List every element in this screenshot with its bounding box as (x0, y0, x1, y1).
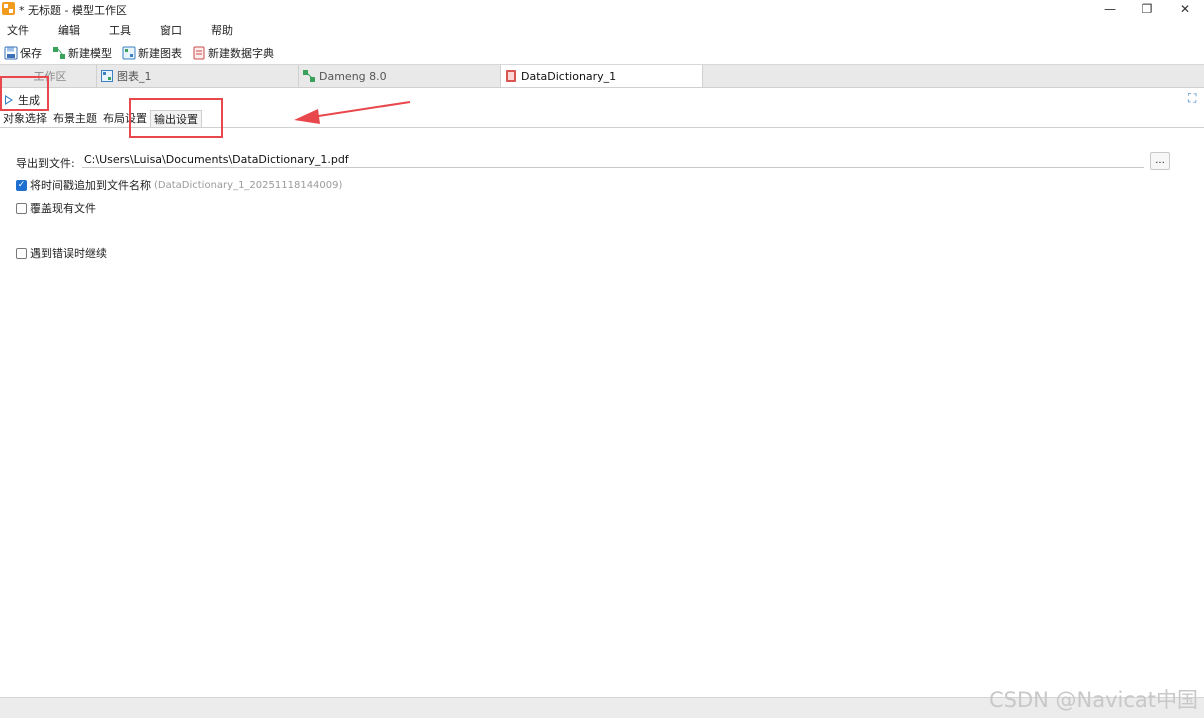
new-diagram-button[interactable]: 新建图表 (122, 45, 182, 61)
menu-file[interactable]: 文件 (0, 21, 36, 41)
close-button[interactable]: ✕ (1166, 0, 1204, 18)
watermark: CSDN @Navicat中国 (988, 688, 1198, 712)
save-button[interactable]: 保存 (4, 45, 42, 61)
export-path-input[interactable] (82, 152, 1144, 168)
overwrite-checkbox[interactable] (16, 202, 27, 214)
export-label: 导出到文件: (16, 157, 75, 170)
minimize-button[interactable]: — (1091, 0, 1129, 18)
menu-edit[interactable]: 编辑 (51, 21, 87, 41)
menu-tools[interactable]: 工具 (102, 21, 138, 41)
tab-diagram-1-label: 图表_1 (117, 70, 152, 83)
continue-option[interactable]: 遇到错误时继续 (16, 245, 107, 261)
timestamp-checkbox[interactable] (16, 179, 27, 191)
annotation-box-generate (0, 76, 49, 111)
new-datadict-button[interactable]: 新建数据字典 (192, 45, 274, 61)
overwrite-label: 覆盖现有文件 (30, 202, 96, 215)
save-label: 保存 (20, 47, 42, 60)
new-diagram-label: 新建图表 (138, 47, 182, 60)
browse-button[interactable]: ... (1150, 152, 1170, 170)
continue-checkbox[interactable] (16, 247, 27, 259)
overwrite-option[interactable]: 覆盖现有文件 (16, 200, 96, 216)
model-icon (303, 70, 315, 82)
navicat-app-icon (2, 2, 15, 15)
tab-datadictionary[interactable]: DataDictionary_1 (501, 65, 703, 87)
toolbar: 保存 新建模型 新建图表 新建数据字典 (0, 42, 1204, 64)
annotation-arrow (294, 101, 411, 124)
timestamp-option[interactable]: 将时间戳追加到文件名称 (DataDictionary_1_2025111814… (16, 177, 342, 193)
tab-datadictionary-label: DataDictionary_1 (521, 69, 617, 83)
timestamp-preview: (DataDictionary_1_20251118144009) (154, 179, 343, 191)
subtab-theme[interactable]: 布景主题 (50, 110, 100, 127)
new-datadict-label: 新建数据字典 (208, 47, 274, 60)
restore-button[interactable]: ❐ (1128, 0, 1166, 18)
datadict-icon (506, 70, 516, 82)
new-model-icon (53, 47, 65, 59)
subtab-object-selection[interactable]: 对象选择 (0, 110, 50, 127)
diagram-icon (101, 70, 113, 82)
menu-bar: 文件 编辑 工具 窗口 帮助 (0, 21, 1204, 41)
annotation-box-output-tab (129, 98, 223, 138)
window-title: * 无标题 - 模型工作区 (19, 4, 127, 17)
continue-label: 遇到错误时继续 (30, 247, 107, 260)
menu-help[interactable]: 帮助 (204, 21, 240, 41)
save-icon (4, 46, 18, 60)
new-diagram-icon (122, 46, 136, 60)
new-model-button[interactable]: 新建模型 (52, 45, 112, 61)
tab-dameng[interactable]: Dameng 8.0 (299, 65, 501, 87)
timestamp-label: 将时间戳追加到文件名称 (30, 179, 151, 192)
document-tabs: 工作区 图表_1 Dameng 8.0 DataDictionary_1 (0, 64, 1204, 88)
new-datadict-icon (193, 46, 205, 60)
menu-window[interactable]: 窗口 (153, 21, 189, 41)
fullscreen-icon[interactable]: ⛶ (1188, 92, 1200, 104)
tab-diagram-1[interactable]: 图表_1 (97, 65, 299, 87)
tab-dameng-label: Dameng 8.0 (319, 69, 387, 83)
title-bar: * 无标题 - 模型工作区 — ❐ ✕ (0, 0, 1204, 18)
new-model-label: 新建模型 (68, 47, 112, 60)
